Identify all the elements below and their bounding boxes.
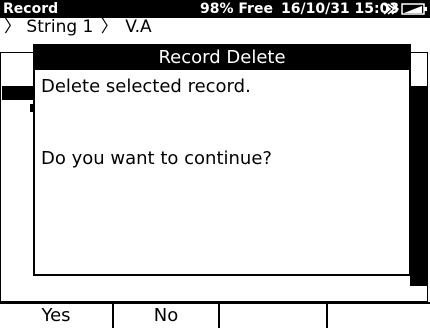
softkey-4[interactable] [328, 304, 430, 328]
yes-button[interactable]: Yes [0, 304, 114, 328]
dialog-question: Do you want to continue? [41, 148, 272, 169]
breadcrumb: 〉 String 1 〉 V.A [4, 18, 152, 37]
dialog-title: Record Delete [35, 46, 409, 70]
breadcrumb-item-va[interactable]: V.A [125, 17, 151, 37]
memory-free: 98% Free [200, 1, 273, 17]
record-delete-dialog: Record Delete Delete selected record. Do… [33, 44, 411, 276]
softkey-bar: Yes No [0, 302, 430, 328]
connection-icon [383, 3, 400, 15]
breadcrumb-separator: 〉 [100, 17, 118, 37]
status-bar: Record 98% Free 16/10/31 15:03 [0, 0, 430, 18]
breadcrumb-item-string[interactable]: String 1 [26, 17, 93, 37]
no-button[interactable]: No [114, 304, 220, 328]
selected-row-highlight [2, 86, 36, 100]
dialog-message: Delete selected record. [41, 76, 251, 97]
breadcrumb-separator: 〉 [4, 17, 21, 37]
scrollbar[interactable] [410, 86, 428, 286]
battery-icon [401, 3, 427, 15]
screen-title: Record [3, 1, 59, 17]
status-icons [382, 2, 428, 16]
softkey-3[interactable] [220, 304, 328, 328]
